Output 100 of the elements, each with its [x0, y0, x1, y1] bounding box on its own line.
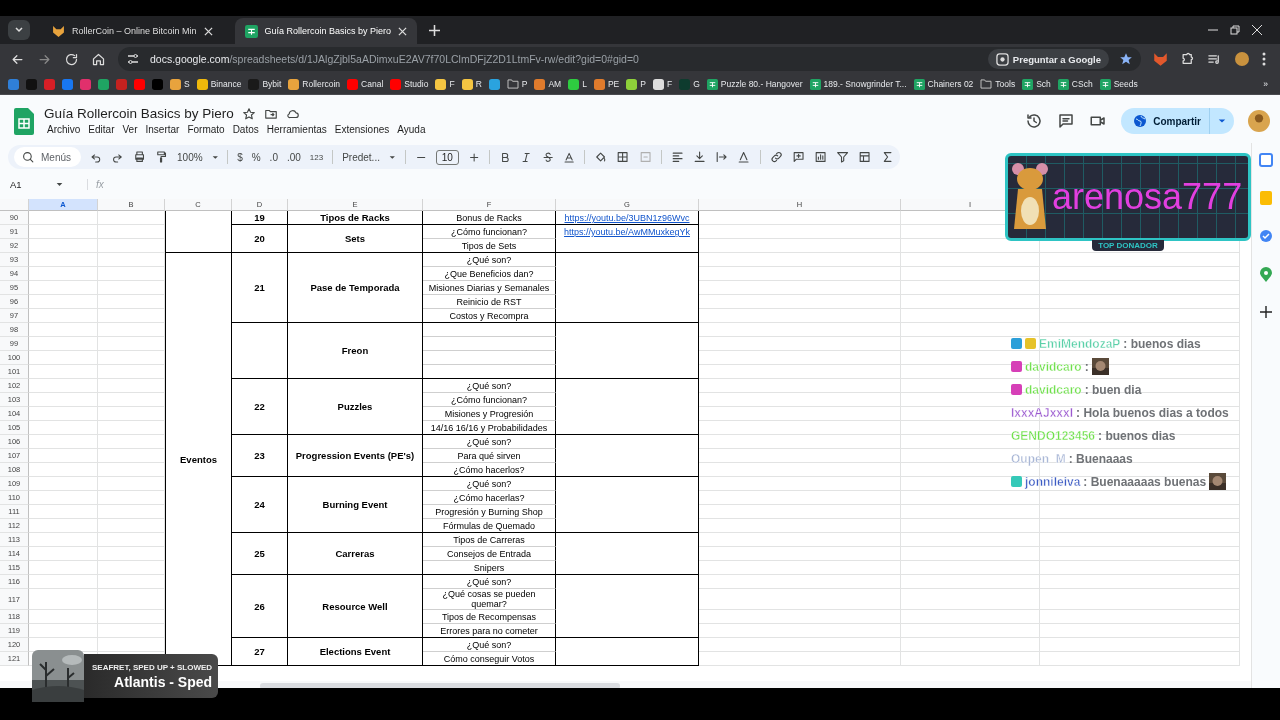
bookmark[interactable]: Sch	[1022, 78, 1051, 90]
new-tab-icon[interactable]	[429, 24, 441, 36]
menu-item[interactable]: Insertar	[142, 123, 183, 136]
star-icon[interactable]	[241, 106, 256, 121]
more-menu-icon[interactable]	[1262, 52, 1266, 66]
name-box[interactable]: A1	[10, 178, 50, 190]
menu-item[interactable]: Ver	[119, 123, 141, 136]
close-icon[interactable]	[203, 26, 213, 36]
print-icon[interactable]	[132, 150, 146, 164]
ask-google-button[interactable]: Preguntar a Google	[987, 49, 1109, 69]
bookmark[interactable]: Canal	[347, 78, 384, 90]
bookmark[interactable]: Studio	[390, 78, 429, 90]
share-button[interactable]: Compartir	[1121, 108, 1234, 134]
bookmark[interactable]: G	[679, 78, 700, 90]
bookmark[interactable]	[134, 78, 145, 90]
chart-icon[interactable]	[814, 150, 828, 164]
menu-item[interactable]: Datos	[229, 123, 262, 136]
merge-cells-icon[interactable]	[638, 150, 652, 164]
increase-decimals-button[interactable]: .00	[286, 151, 301, 163]
bookmark[interactable]: R	[461, 78, 482, 90]
bookmark[interactable]: 189.- Snowgrinder T...	[809, 78, 907, 90]
bookmark[interactable]	[62, 78, 73, 90]
profile-avatar-icon[interactable]	[1234, 51, 1250, 67]
tab-list-button[interactable]	[8, 20, 30, 40]
bookmark[interactable]	[80, 78, 91, 90]
add-icon[interactable]	[1260, 306, 1272, 318]
plus-icon[interactable]	[467, 150, 481, 164]
fox-icon[interactable]	[1153, 51, 1168, 67]
align-icon[interactable]	[670, 150, 684, 164]
calendar-icon[interactable]	[1259, 153, 1273, 167]
bookmark[interactable]	[488, 78, 500, 90]
bookmark[interactable]: Binance	[196, 78, 242, 90]
sheets-logo-icon[interactable]	[14, 107, 34, 135]
text-wrap-icon[interactable]	[715, 150, 729, 164]
menu-item[interactable]: Editar	[85, 123, 118, 136]
bookmark[interactable]: S	[170, 78, 190, 90]
close-icon[interactable]	[1252, 25, 1262, 35]
strikethrough-icon[interactable]	[541, 150, 554, 164]
close-icon[interactable]	[398, 26, 408, 36]
star-icon[interactable]	[1119, 52, 1133, 66]
vertical-align-icon[interactable]	[693, 150, 707, 164]
profile-avatar-icon[interactable]	[1248, 110, 1270, 132]
search-icon[interactable]	[22, 150, 35, 164]
restore-icon[interactable]	[1230, 25, 1240, 35]
bookmark[interactable]: Bybit	[248, 78, 282, 90]
menu-item[interactable]: Extensiones	[331, 123, 393, 136]
bookmark[interactable]: F	[435, 78, 455, 90]
italic-icon[interactable]	[520, 150, 533, 164]
history-icon[interactable]	[1025, 112, 1044, 130]
address-bar[interactable]: docs.google.com/spreadsheets/d/1JAlgZjbl5aADimxuE2AV7f70LClmDFjZ2D1LtmFv-rw/edit?gid=0#gid=0 Preguntar a Google	[118, 47, 1141, 71]
video-link[interactable]: https://youtu.be/3UBN1z96Wvc	[564, 213, 690, 223]
bookmark[interactable]: Seeds	[1099, 78, 1138, 90]
bookmark[interactable]	[98, 78, 109, 90]
browser-tab[interactable]: Guía Rollercoin Basics by Piero	[234, 18, 418, 44]
paint-format-icon[interactable]	[154, 150, 168, 164]
caret-icon[interactable]	[56, 180, 63, 188]
menu-item[interactable]: Ayuda	[394, 123, 429, 136]
bookmark[interactable]	[8, 78, 19, 90]
bookmark[interactable]: Puzzle 80.- Hangover	[706, 78, 803, 90]
bookmark[interactable]: CSch	[1057, 78, 1093, 90]
decrease-decimals-button[interactable]: .0	[269, 151, 278, 163]
menu-item[interactable]: Archivo	[44, 123, 84, 136]
video-link[interactable]: https://youtu.be/AwMMuxkegYk	[564, 227, 690, 237]
filter-icon[interactable]	[836, 150, 850, 164]
browser-tab[interactable]: RollerCoin – Online Bitcoin Min	[42, 18, 223, 44]
menu-item[interactable]: Herramientas	[263, 123, 330, 136]
puzzle-icon[interactable]	[1180, 51, 1195, 67]
filter-views-icon[interactable]	[858, 150, 872, 164]
home-icon[interactable]	[91, 51, 106, 67]
bookmark[interactable]: Chainers 02	[913, 78, 974, 90]
bookmark[interactable]: P	[626, 78, 646, 90]
menu-item[interactable]: Formato	[184, 123, 228, 136]
currency-format-button[interactable]: $	[237, 151, 243, 163]
site-settings-icon[interactable]	[126, 52, 140, 66]
comment-icon[interactable]	[1057, 112, 1076, 130]
fill-color-icon[interactable]	[594, 150, 608, 164]
borders-icon[interactable]	[616, 150, 630, 164]
reload-icon[interactable]	[64, 51, 79, 67]
caret-icon[interactable]	[211, 153, 219, 161]
percent-format-button[interactable]: %	[251, 151, 261, 163]
document-title[interactable]: Guía Rollercoin Basics by Piero	[44, 106, 234, 121]
bold-icon[interactable]	[499, 150, 512, 164]
bookmark[interactable]: Tools	[980, 79, 1016, 89]
text-color-icon[interactable]	[563, 150, 576, 164]
menu-search-field[interactable]: Menús	[14, 147, 81, 167]
tasks-icon[interactable]	[1259, 229, 1273, 243]
more-formats-button[interactable]: 123	[309, 152, 324, 162]
add-comment-icon[interactable]	[791, 150, 806, 164]
caret-icon[interactable]	[388, 153, 396, 161]
bookmark[interactable]: P	[506, 79, 528, 89]
bookmark[interactable]: AM	[534, 78, 562, 90]
font-dropdown[interactable]: Predet...	[342, 151, 380, 163]
link-icon[interactable]	[769, 150, 783, 164]
zoom-dropdown[interactable]: 100%	[177, 151, 203, 163]
text-rotate-icon[interactable]	[737, 150, 751, 164]
font-size-field[interactable]: 10	[435, 149, 459, 165]
scrollbar-thumb[interactable]	[260, 683, 620, 688]
bookmark[interactable]: F	[652, 78, 673, 90]
maps-pin-icon[interactable]	[1260, 267, 1272, 282]
bookmark[interactable]: Rollercoin	[288, 78, 341, 90]
